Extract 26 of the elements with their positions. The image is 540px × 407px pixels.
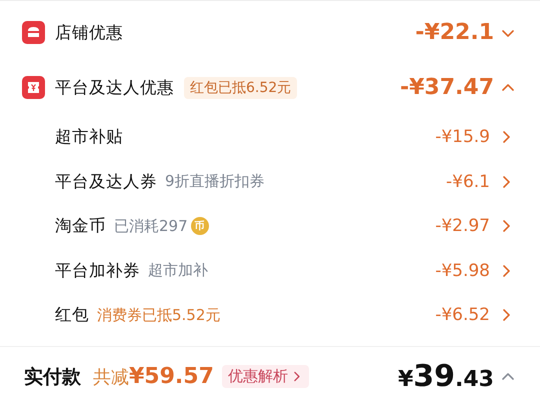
- coupon-icon: [22, 76, 45, 99]
- total-savings: 共减¥59.57: [93, 364, 214, 389]
- discount-amount: -¥2.97: [435, 216, 490, 236]
- discount-label: 平台加补券: [55, 260, 140, 282]
- section-title: 店铺优惠: [55, 22, 123, 44]
- discount-label: 平台及达人券: [55, 170, 157, 193]
- discount-amount: -¥37.47: [400, 75, 494, 100]
- discount-note: 超市加补: [148, 261, 208, 280]
- discount-amount: -¥22.1: [415, 20, 494, 45]
- total-price: ¥39.43: [398, 359, 494, 394]
- discount-amount: -¥15.9: [435, 127, 490, 148]
- coin-badge: 币: [190, 217, 209, 236]
- discount-amount: -¥6.1: [446, 172, 490, 192]
- discount-label: 超市补贴: [55, 126, 123, 148]
- payment-label: 实付款: [24, 364, 81, 390]
- discount-analysis-button[interactable]: 优惠解析: [222, 365, 309, 388]
- applied-discount-tag: 红包已抵6.52元: [184, 76, 298, 98]
- discount-amount: -¥6.52: [435, 305, 490, 326]
- shop-icon: [22, 21, 45, 44]
- discount-label: 红包: [55, 304, 89, 326]
- discount-label: 淘金币: [55, 215, 106, 238]
- discount-note: 已消耗297: [114, 216, 188, 236]
- section-title: 平台及达人优惠: [55, 76, 174, 98]
- discount-note: 9折直播折扣券: [165, 172, 265, 192]
- discount-note: 消费券已抵5.52元: [97, 306, 220, 325]
- discount-amount: -¥5.98: [435, 260, 490, 281]
